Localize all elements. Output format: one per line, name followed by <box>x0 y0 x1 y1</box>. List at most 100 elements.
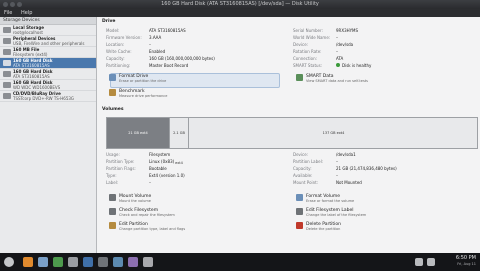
apps-menu-icon[interactable] <box>4 257 14 267</box>
field-label: Partition Flags: <box>106 166 136 171</box>
vol-row-usage: Usage: Filesystem <box>106 152 170 158</box>
sidebar-item-file[interactable]: 160 MB File Filesystem (ext4) <box>0 47 96 58</box>
action-subtitle: View SMART data and run self-tests <box>306 79 368 83</box>
edit-icon <box>109 222 116 229</box>
mount-icon <box>109 194 116 201</box>
device-subtitle: USB, FireWire and other peripherals <box>13 41 85 46</box>
edit-partition-button[interactable]: Edit Partition Change partition type, lab… <box>109 222 186 231</box>
field-value: 160 GB (160,000,000,000 bytes) <box>149 56 215 61</box>
field-value: Not Mounted <box>336 180 362 185</box>
field-value: 3.AAA <box>149 35 162 40</box>
benchmark-button[interactable]: Benchmark Measure drive performance <box>109 89 168 98</box>
network-icon[interactable] <box>427 258 435 266</box>
action-subtitle: Erase or format the volume <box>306 199 355 203</box>
volume-icon[interactable] <box>415 258 423 266</box>
volume-map: 21 GB ext4 2.1 GB ext4 137 GB ext4 <box>106 117 478 165</box>
field-value: – <box>149 42 151 47</box>
optical-drive-icon <box>3 93 11 99</box>
action-subtitle: Measure drive performance <box>119 94 168 98</box>
app-icon[interactable] <box>98 257 108 267</box>
field-value: – <box>336 49 338 54</box>
field-value: Disk is healthy <box>342 63 372 68</box>
sidebar-item-hdd-2[interactable]: 160 GB Hard Disk ATA ST3160815AS <box>0 69 96 80</box>
delete-icon <box>296 222 303 229</box>
device-subtitle: ATA ST3160815AS <box>13 63 50 68</box>
delete-partition-button[interactable]: Delete Partition Delete the partition <box>296 222 341 231</box>
format-drive-button[interactable]: Format Drive Erase or partition the drive <box>109 74 166 83</box>
field-label: Partition Label: <box>293 159 324 164</box>
check-filesystem-button[interactable]: Check Filesystem Check and repair the fil… <box>109 208 175 217</box>
device-subtitle: WD WDC WD1600BEVS <box>13 85 61 90</box>
field-label: Usage: <box>106 152 120 157</box>
label-icon <box>296 208 303 215</box>
firefox-icon[interactable] <box>23 257 33 267</box>
files-icon[interactable] <box>38 257 48 267</box>
app-icon[interactable] <box>53 257 63 267</box>
drive-row-smart: SMART Status: Disk is healthy <box>293 63 371 69</box>
menu-file[interactable]: File <box>4 10 12 16</box>
device-subtitle: ATA ST3160815AS <box>13 74 50 79</box>
device-subtitle: root@localhost <box>13 30 43 35</box>
vol-row-capacity: Capacity: 21 GB (21,474,836,480 bytes) <box>293 166 397 172</box>
app-icon[interactable] <box>83 257 93 267</box>
sidebar-item-hdd-selected[interactable]: 160 GB Hard Disk ATA ST3160815AS <box>0 58 96 69</box>
sidebar-item-optical[interactable]: CD/DVD/BluRay Drive TSSTcorp DVD+-RW TS-H… <box>0 91 96 102</box>
format-volume-button[interactable]: Format Volume Erase or format the volume <box>296 194 355 203</box>
volume-segment[interactable]: 21 GB ext4 <box>107 118 169 148</box>
volume-segment[interactable]: 137 GB ext4 <box>188 118 478 148</box>
smart-data-button[interactable]: SMART Data View SMART data and run self-t… <box>296 74 368 83</box>
field-value: 9RX3HYMS <box>336 28 359 33</box>
field-value: /dev/sda <box>336 42 354 47</box>
drive-row-partitioning: Partitioning: Master Boot Record <box>106 63 188 69</box>
clock[interactable]: 6:50 PM Fri, Aug 11 <box>456 255 476 267</box>
field-label: Partition Type: <box>106 159 135 164</box>
action-subtitle: Mount the volume <box>119 199 151 203</box>
status-ok-icon <box>336 63 340 67</box>
taskbar: 6:50 PM Fri, Aug 11 <box>0 253 480 271</box>
edit-label-button[interactable]: Edit Filesystem Label Change the label of… <box>296 208 367 217</box>
action-subtitle: Change partition type, label and flags <box>119 227 186 231</box>
mount-volume-button[interactable]: Mount Volume Mount the volume <box>109 194 151 203</box>
field-label: Mount Point: <box>293 180 319 185</box>
field-label: Serial Number: <box>293 28 323 33</box>
field-label: Partitioning: <box>106 63 131 68</box>
field-label: Capacity: <box>293 166 312 171</box>
drive-details-panel: Drive Model: ATA ST3160815AS Firmware Ver… <box>97 17 480 253</box>
sidebar-item-peripheral[interactable]: Peripheral Devices USB, FireWire and othe… <box>0 36 96 47</box>
field-value: – <box>336 159 338 164</box>
action-subtitle: Change the label of the filesystem <box>306 213 367 217</box>
vol-row-device: Device: /dev/sda1 <box>293 152 356 158</box>
drive-row-connection: Connection: ATA <box>293 56 343 62</box>
check-icon <box>109 208 116 215</box>
field-label: Available: <box>293 173 313 178</box>
drive-section-title: Drive <box>102 19 116 24</box>
storage-devices-header: Storage Devices <box>0 17 96 25</box>
drive-row-write-cache: Write Cache: Enabled <box>106 49 165 55</box>
field-value: Linux (0x83) <box>149 159 175 164</box>
disk-utility-icon[interactable] <box>143 257 153 267</box>
clock-date: Fri, Aug 11 <box>457 262 476 266</box>
field-value: Ext4 (version 1.0) <box>149 173 185 178</box>
app-icon[interactable] <box>113 257 123 267</box>
usb-icon <box>3 38 11 44</box>
sidebar-item-hdd-3[interactable]: 160 GB Hard Disk WD WDC WD1600BEVS <box>0 80 96 91</box>
volume-segment[interactable]: 2.1 GB ext4 <box>169 118 188 165</box>
smart-icon <box>296 74 303 81</box>
field-label: Device: <box>293 152 309 157</box>
device-subtitle: TSSTcorp DVD+-RW TS-H653G <box>13 96 75 101</box>
drive-row-serial: Serial Number: 9RX3HYMS <box>293 28 358 34</box>
field-label: Firmware Version: <box>106 35 142 40</box>
volumes-section-title: Volumes <box>102 107 124 112</box>
field-value: – <box>149 180 151 185</box>
terminal-icon[interactable] <box>68 257 78 267</box>
menu-help[interactable]: Help <box>21 10 32 16</box>
field-value: 21 GB (21,474,836,480 bytes) <box>336 166 397 171</box>
field-label: Rotation Rate: <box>293 49 322 54</box>
format-icon <box>296 194 303 201</box>
sidebar-item-local-storage[interactable]: Local Storage root@localhost <box>0 25 96 36</box>
app-icon[interactable] <box>128 257 138 267</box>
field-label: Type: <box>106 173 117 178</box>
drive-row-model: Model: ATA ST3160815AS <box>106 28 186 34</box>
window-title: 160 GB Hard Disk (ATA ST3160815AS) [/dev… <box>161 1 319 7</box>
field-value: Filesystem <box>149 152 171 157</box>
